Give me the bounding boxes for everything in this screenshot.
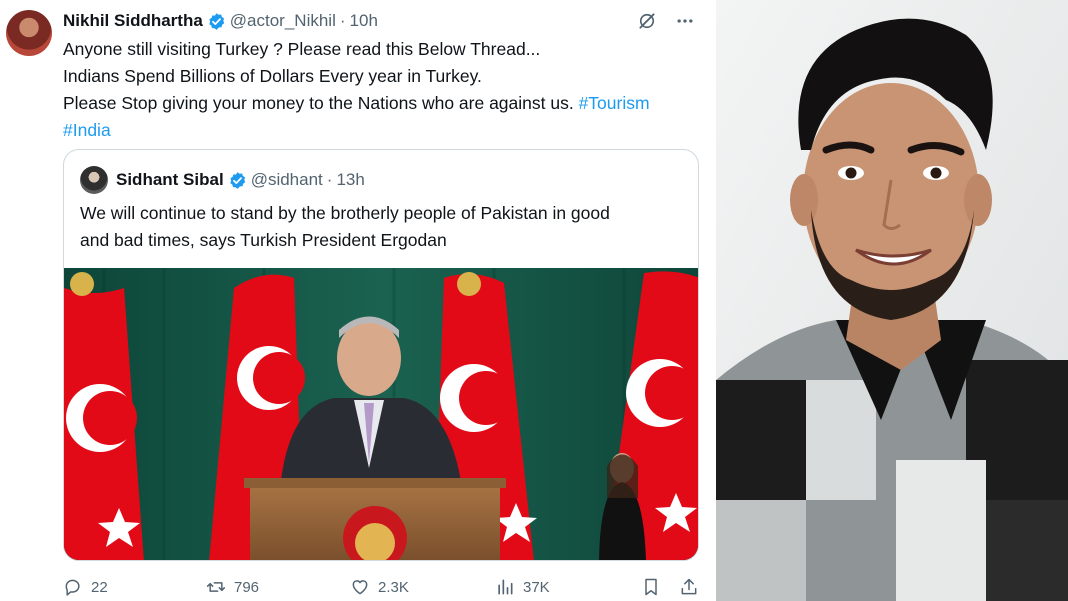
tweet-header: Nikhil Siddhartha @actor_Nikhil · 10h [63, 10, 378, 32]
share-button[interactable] [679, 577, 699, 597]
quoted-tweet[interactable]: Sidhant Sibal @sidhant · 13h We will con… [63, 149, 699, 561]
press-conference-image [64, 268, 698, 560]
views-icon [498, 579, 513, 595]
heart-icon [352, 580, 368, 595]
quoted-tweet-time[interactable]: 13h [336, 170, 364, 190]
tweet-text-segment: Please Stop giving your money to the Nat… [63, 93, 579, 113]
tweet-time[interactable]: 10h [350, 11, 378, 31]
repost-button[interactable]: 796 [206, 577, 259, 597]
actor-portrait-photo [716, 0, 1068, 601]
like-button[interactable]: 2.3K [350, 577, 409, 597]
tweet-text-line: Indians Spend Billions of Dollars Every … [63, 66, 482, 86]
quoted-author-name[interactable]: Sidhant Sibal [116, 170, 224, 190]
tweet-text-line: Anyone still visiting Turkey ? Please re… [63, 39, 541, 59]
views-count: 37K [523, 578, 550, 596]
author-name[interactable]: Nikhil Siddhartha [63, 11, 203, 31]
verified-badge-icon [209, 12, 224, 30]
author-avatar[interactable] [6, 10, 52, 56]
repost-count: 796 [234, 578, 260, 596]
portrait-illustration [716, 0, 1068, 601]
separator-dot: · [326, 170, 333, 189]
quoted-author-avatar[interactable] [80, 166, 108, 194]
repost-icon [206, 582, 226, 592]
reply-button[interactable]: 22 [63, 577, 108, 597]
bookmark-icon [645, 578, 657, 596]
hashtag-tourism[interactable]: #Tourism [579, 93, 650, 113]
quoted-tweet-text: We will continue to stand by the brother… [80, 200, 690, 254]
verified-badge-icon [229, 171, 245, 189]
like-count: 2.3K [378, 578, 409, 596]
share-icon [681, 578, 697, 595]
reply-icon [65, 579, 80, 596]
separator-dot: · [339, 11, 346, 30]
quoted-text-line: We will continue to stand by the brother… [80, 203, 610, 223]
tweet-text: Anyone still visiting Turkey ? Please re… [63, 36, 708, 144]
quoted-tweet-image[interactable] [64, 268, 698, 560]
tweet-top-actions [636, 10, 696, 32]
author-handle[interactable]: @actor_Nikhil [230, 11, 336, 31]
bookmark-button[interactable] [641, 577, 661, 597]
quoted-tweet-header: Sidhant Sibal @sidhant · 13h [80, 166, 365, 194]
reply-count: 22 [91, 578, 108, 596]
views-button[interactable]: 37K [495, 577, 550, 597]
podium [244, 478, 506, 560]
grok-icon[interactable] [636, 10, 658, 32]
hashtag-india[interactable]: #India [63, 120, 111, 140]
tweet[interactable]: Nikhil Siddhartha @actor_Nikhil · 10h An… [0, 0, 716, 601]
quoted-author-handle[interactable]: @sidhant [251, 170, 323, 190]
more-icon[interactable] [674, 10, 696, 32]
tweet-text-line: Please Stop giving your money to the Nat… [63, 90, 708, 117]
tweet-action-bar: 22 796 2.3K 37K [63, 575, 703, 601]
tweet-text-line: #India [63, 117, 708, 144]
quoted-text-line: and bad times, says Turkish President Er… [80, 230, 447, 250]
